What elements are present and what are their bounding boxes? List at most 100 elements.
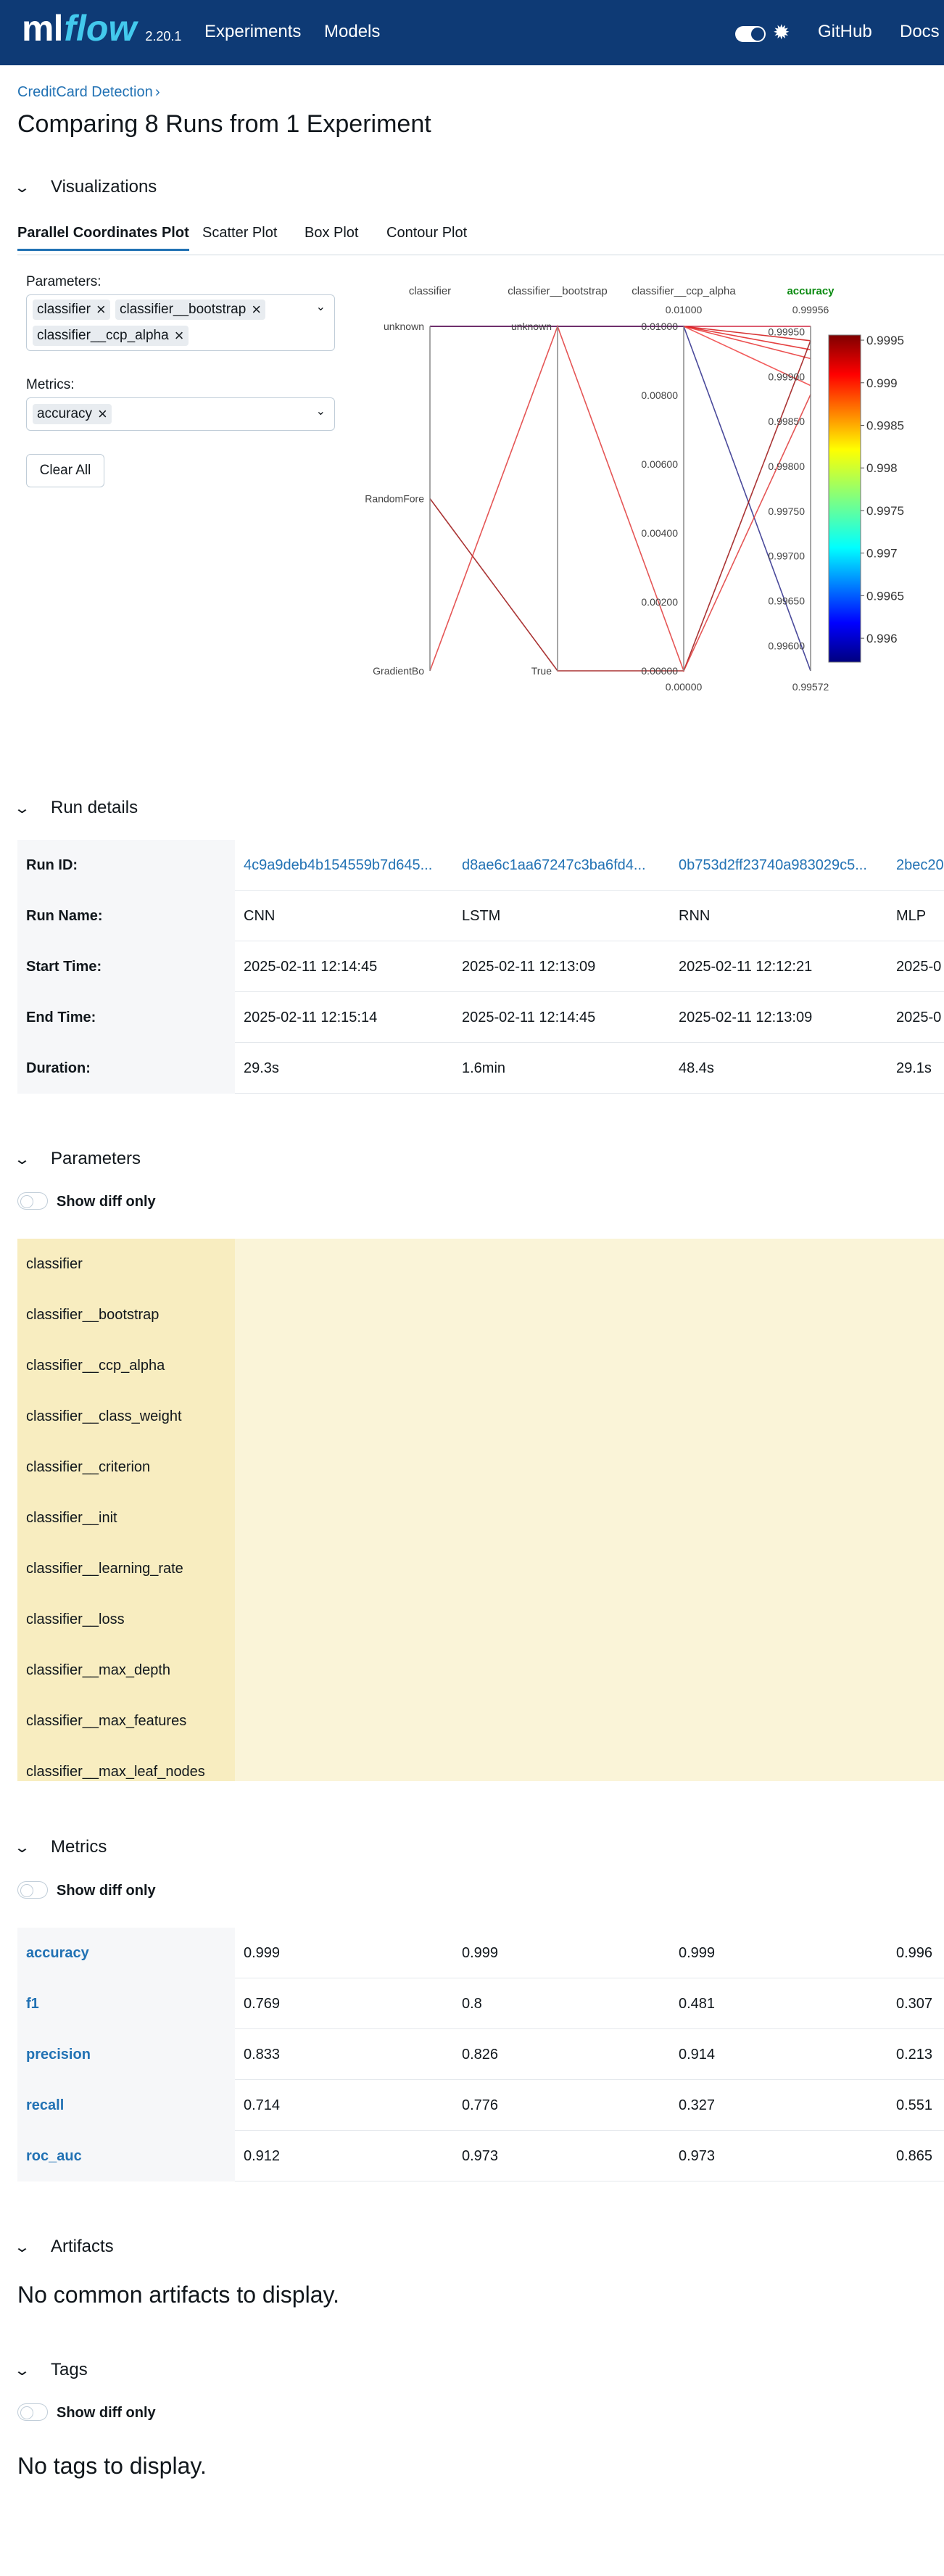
page-title: Comparing 8 Runs from 1 Experiment	[17, 110, 431, 138]
visualizations-section-toggle[interactable]: ⌄ Visualizations	[14, 177, 157, 197]
section-title: Artifacts	[51, 2237, 114, 2256]
table-cell: LSTM	[462, 907, 501, 924]
metric-value: 0.914	[679, 2046, 716, 2063]
mlflow-logo[interactable]: ml flow 2.20.1	[22, 7, 181, 49]
theme-toggle[interactable]	[735, 26, 766, 42]
clear-all-button[interactable]: Clear All	[26, 454, 104, 487]
tags-diff-switch[interactable]	[17, 2403, 48, 2421]
run-id-link[interactable]: 4c9a9deb4b154559b7d645...	[244, 840, 454, 891]
pcp-tick-label: True	[531, 665, 552, 677]
remove-chip-icon[interactable]: ×	[98, 406, 107, 422]
metrics-diff-switch[interactable]	[17, 1881, 48, 1899]
run-id-link[interactable]: 2bec20	[896, 840, 944, 891]
tab-scatter-plot[interactable]: Scatter Plot	[202, 225, 277, 249]
pcp-line	[429, 324, 811, 673]
colorbar-tick-label: 0.9965	[866, 589, 904, 603]
metric-name-link[interactable]: recall	[17, 2080, 235, 2131]
metric-row: f1 0.769 0.8 0.481 0.307	[17, 1978, 944, 2029]
tags-section-toggle[interactable]: ⌄ Tags	[14, 2360, 88, 2380]
parameter-name: classifier__learning_rate	[17, 1543, 235, 1594]
parameter-row: classifier__max_leaf_nodes	[17, 1746, 944, 1781]
pcp-tick-label: 0.00600	[641, 458, 678, 470]
pcp-axis-title[interactable]: classifier__bootstrap	[508, 285, 608, 297]
parameters-diff-switch[interactable]	[17, 1192, 48, 1210]
parameters-label: Parameters:	[26, 274, 102, 289]
table-cell: 48.4s	[679, 1060, 714, 1076]
parameter-name: classifier__bootstrap	[17, 1289, 235, 1340]
nav-docs[interactable]: Docs	[900, 22, 940, 42]
show-diff-label: Show diff only	[57, 2405, 156, 2421]
parameter-name: classifier__ccp_alpha	[17, 1340, 235, 1391]
parameters-section-toggle[interactable]: ⌄ Parameters	[14, 1149, 141, 1169]
metric-name-link[interactable]: f1	[17, 1978, 235, 2029]
metric-name-link[interactable]: roc_auc	[17, 2131, 235, 2181]
pcp-axis-title[interactable]: accuracy	[787, 285, 835, 297]
run-id-link[interactable]: 0b753d2ff23740a983029c5...	[679, 840, 889, 891]
parameter-row: classifier__max_depth	[17, 1645, 944, 1696]
pcp-axis-title[interactable]: classifier	[409, 285, 451, 297]
parameters-table: classifier classifier__bootstrap classifie…	[0, 1239, 944, 1781]
nav-experiments[interactable]: Experiments	[204, 22, 301, 42]
parameters-select[interactable]: classifier × classifier__bootstrap × class…	[26, 294, 335, 351]
pcp-line	[430, 326, 811, 360]
pcp-tick-label: unknown	[384, 321, 424, 332]
pcp-tick-label: 0.99600	[768, 640, 805, 651]
nav-github[interactable]: GitHub	[818, 22, 872, 42]
run-details-row: End Time: 2025-02-11 12:15:14 2025-02-11 1…	[17, 992, 944, 1043]
metric-value: 0.999	[244, 1944, 281, 1961]
logo-flow-text: flow	[64, 8, 137, 49]
pcp-tick-label: 0.99750	[768, 505, 805, 517]
colorbar-tick-label: 0.997	[866, 547, 898, 561]
tab-box-plot[interactable]: Box Plot	[305, 225, 358, 249]
parameter-values	[235, 1239, 944, 1289]
top-nav-bar: ml flow 2.20.1 Experiments Models ✹ GitH…	[0, 0, 944, 65]
tab-contour-plot[interactable]: Contour Plot	[386, 225, 467, 249]
pcp-tick-label: GradientBo	[373, 665, 424, 677]
colorbar-tick-label: 0.9995	[866, 334, 904, 347]
remove-chip-icon[interactable]: ×	[175, 328, 184, 344]
pcp-line	[430, 326, 811, 387]
section-title: Tags	[51, 2360, 88, 2379]
metric-value: 0.327	[679, 2097, 716, 2113]
metric-name-link[interactable]: precision	[17, 2029, 235, 2080]
colorbar-tick-label: 0.996	[866, 632, 898, 645]
artifacts-section-toggle[interactable]: ⌄ Artifacts	[14, 2237, 114, 2257]
breadcrumb-experiment[interactable]: CreditCard Detection	[17, 84, 153, 101]
remove-chip-icon[interactable]: ×	[252, 302, 261, 318]
nav-models[interactable]: Models	[324, 22, 380, 42]
parameter-name: classifier__init	[17, 1493, 235, 1543]
chevron-down-icon[interactable]: ⌄	[316, 404, 326, 418]
parameter-name: classifier__max_leaf_nodes	[17, 1746, 235, 1781]
pcp-tick-label: 0.00000	[641, 665, 678, 677]
pcp-axis-title[interactable]: classifier__ccp_alpha	[632, 285, 736, 297]
parameter-values	[235, 1493, 944, 1543]
run-details-section-toggle[interactable]: ⌄ Run details	[14, 798, 138, 818]
param-chip: classifier__bootstrap ×	[115, 300, 266, 320]
metric-row: recall 0.714 0.776 0.327 0.551	[17, 2080, 944, 2131]
pcp-tick-label: 0.99900	[768, 371, 805, 382]
pcp-line	[429, 340, 811, 672]
chip-label: classifier	[37, 302, 91, 317]
metric-chip: accuracy ×	[33, 404, 112, 424]
metrics-select[interactable]: accuracy × ⌄	[26, 397, 335, 431]
parameter-values	[235, 1340, 944, 1391]
metrics-section-toggle[interactable]: ⌄ Metrics	[14, 1837, 107, 1857]
remove-chip-icon[interactable]: ×	[96, 302, 106, 318]
table-cell: 29.1s	[896, 1060, 932, 1076]
chevron-down-icon[interactable]: ⌄	[316, 300, 326, 314]
parallel-coordinates-plot[interactable]: classifier unknown RandomFore GradientBo cla…	[348, 276, 928, 703]
section-title: Visualizations	[51, 177, 157, 197]
pcp-axis-max: 0.01000	[666, 304, 703, 315]
param-chip: classifier__ccp_alpha ×	[33, 326, 189, 346]
parameter-name: classifier__loss	[17, 1594, 235, 1645]
run-id-link[interactable]: d8ae6c1aa67247c3ba6fd4...	[462, 840, 672, 891]
parameter-values	[235, 1645, 944, 1696]
parameter-values	[235, 1391, 944, 1442]
metric-name-link[interactable]: accuracy	[17, 1928, 235, 1978]
pcp-tick-label: 0.00400	[641, 527, 678, 539]
table-cell: 29.3s	[244, 1060, 279, 1076]
tab-parallel-coordinates[interactable]: Parallel Coordinates Plot	[17, 225, 189, 251]
table-cell: 2025-02-11 12:13:09	[462, 958, 596, 975]
run-details-row: Start Time: 2025-02-11 12:14:45 2025-02-11…	[17, 941, 944, 992]
colorbar-tick-label: 0.999	[866, 376, 898, 390]
